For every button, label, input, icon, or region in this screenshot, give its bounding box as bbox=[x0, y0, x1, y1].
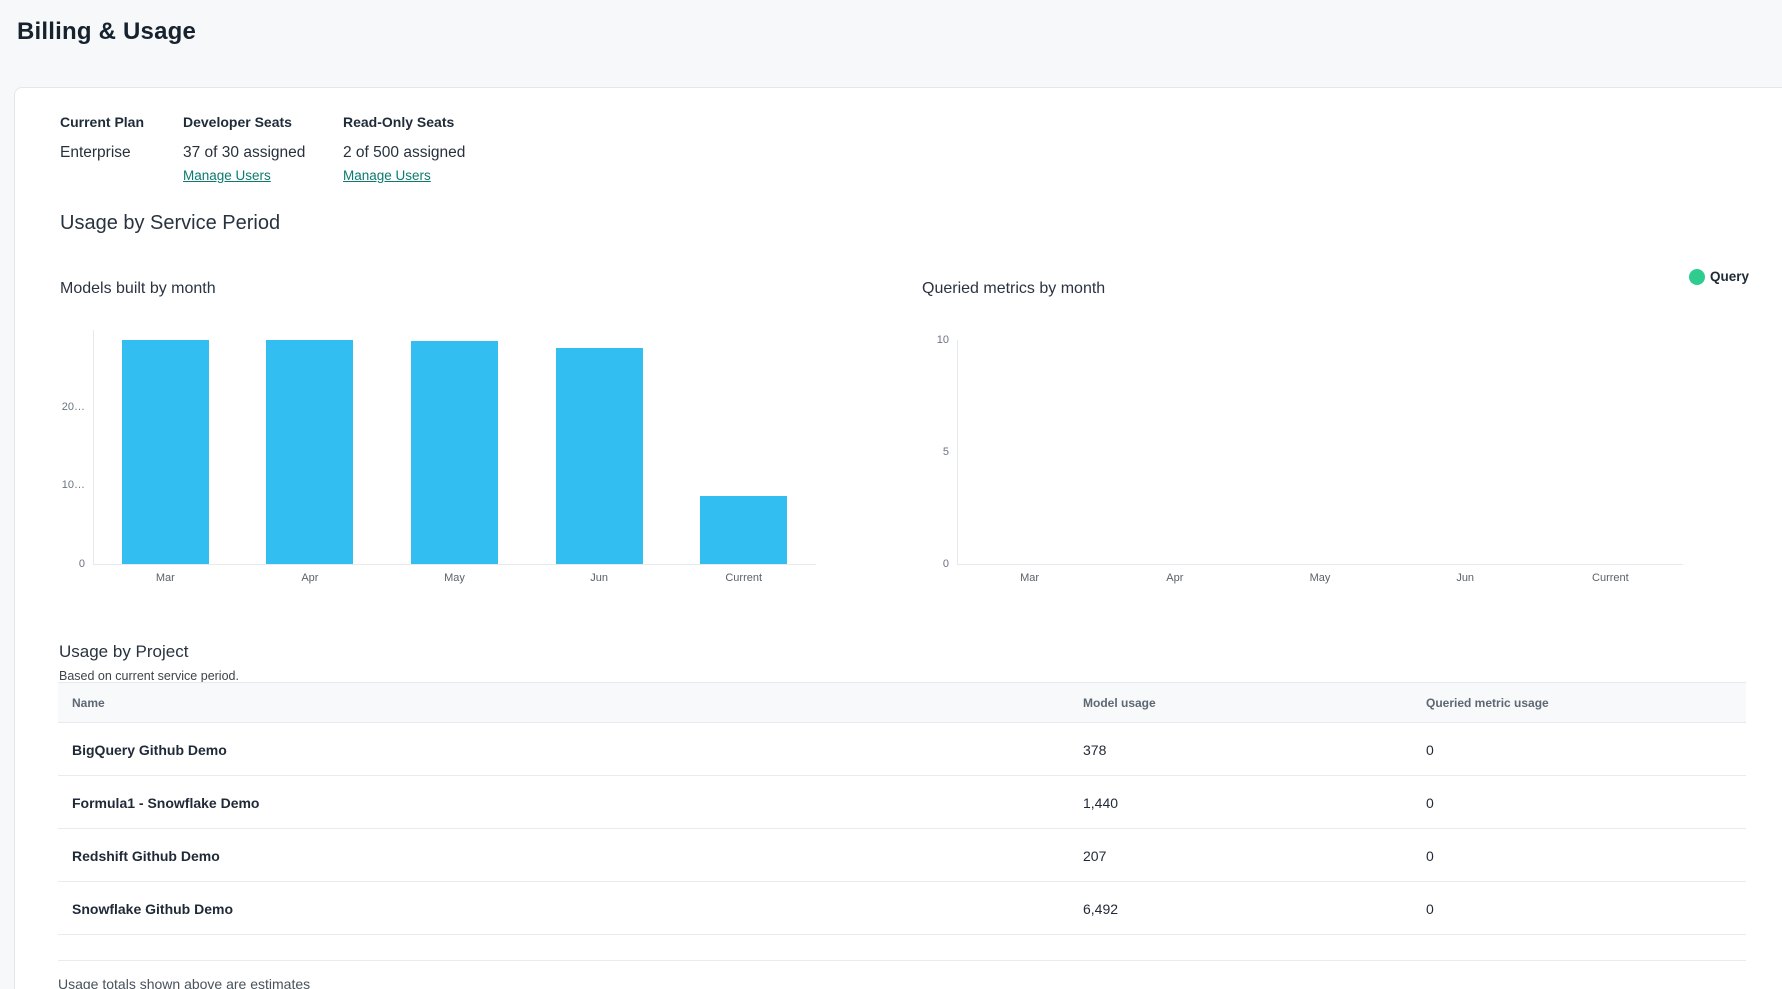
x-axis-label: Mar bbox=[125, 572, 205, 585]
page-title: Billing & Usage bbox=[17, 18, 196, 46]
bar-apr bbox=[266, 340, 353, 564]
model-usage-cell: 207 bbox=[1083, 848, 1106, 864]
table-row: Snowflake Github Demo 6,492 0 bbox=[58, 882, 1746, 935]
x-axis-line bbox=[957, 564, 1683, 565]
y-axis-tick-label: 20… bbox=[25, 401, 85, 413]
billing-usage-page: Billing & Usage Current Plan Enterprise … bbox=[0, 0, 1782, 989]
y-axis-tick-label: 0 bbox=[889, 558, 949, 570]
x-axis-label: Apr bbox=[1135, 572, 1215, 585]
bar-current bbox=[700, 496, 787, 564]
y-axis-tick-label: 5 bbox=[889, 446, 949, 458]
x-axis-label: May bbox=[1280, 572, 1360, 585]
x-axis-label: Jun bbox=[1425, 572, 1505, 585]
project-name-cell: Redshift Github Demo bbox=[72, 848, 220, 864]
project-table-body: BigQuery Github Demo3780Formula1 - Snowf… bbox=[58, 723, 1746, 961]
current-plan-block: Current Plan Enterprise bbox=[60, 114, 144, 130]
developer-seats-label: Developer Seats bbox=[183, 114, 292, 130]
billing-card: Current Plan Enterprise Developer Seats … bbox=[14, 87, 1782, 989]
y-axis-tick-label: 0 bbox=[25, 558, 85, 570]
developer-seats-block: Developer Seats 37 of 30 assigned Manage… bbox=[183, 114, 292, 130]
readonly-seats-label: Read-Only Seats bbox=[343, 114, 454, 130]
model-usage-cell: 378 bbox=[1083, 742, 1106, 758]
bar-mar bbox=[122, 340, 209, 564]
developer-seats-value: 37 of 30 assigned bbox=[183, 143, 305, 162]
table-footer-spacer bbox=[58, 935, 1746, 961]
x-axis-label: Current bbox=[1570, 572, 1650, 585]
y-axis-tick-label: 10 bbox=[889, 334, 949, 346]
queried-metric-usage-cell: 0 bbox=[1426, 742, 1434, 758]
project-name-cell: Snowflake Github Demo bbox=[72, 901, 233, 917]
query-legend-label: Query bbox=[1710, 269, 1749, 285]
table-row: BigQuery Github Demo 378 0 bbox=[58, 723, 1746, 776]
x-axis-label: Current bbox=[704, 572, 784, 585]
x-axis-label: Apr bbox=[270, 572, 350, 585]
queried-metric-usage-cell: 0 bbox=[1426, 848, 1434, 864]
usage-estimates-footnote: Usage totals shown above are estimates bbox=[58, 976, 310, 989]
model-usage-cell: 6,492 bbox=[1083, 901, 1118, 917]
queried-metric-usage-cell: 0 bbox=[1426, 795, 1434, 811]
table-row: Formula1 - Snowflake Demo 1,440 0 bbox=[58, 776, 1746, 829]
project-name-cell: Formula1 - Snowflake Demo bbox=[72, 795, 259, 811]
models-chart-title: Models built by month bbox=[60, 280, 216, 298]
y-axis-tick-label: 10… bbox=[25, 479, 85, 491]
project-table-heading: Usage by Project bbox=[59, 642, 188, 662]
readonly-seats-value: 2 of 500 assigned bbox=[343, 143, 465, 162]
bar-jun bbox=[556, 348, 643, 564]
project-name-cell: BigQuery Github Demo bbox=[72, 742, 227, 758]
y-axis-line bbox=[957, 340, 958, 564]
x-axis-label: Mar bbox=[990, 572, 1070, 585]
table-row: Redshift Github Demo 207 0 bbox=[58, 829, 1746, 882]
current-plan-label: Current Plan bbox=[60, 114, 144, 130]
column-header-model-usage: Model usage bbox=[1083, 696, 1156, 711]
model-usage-cell: 1,440 bbox=[1083, 795, 1118, 811]
table-header-row: Name Model usage Queried metric usage bbox=[58, 682, 1746, 723]
metrics-chart-title: Queried metrics by month bbox=[922, 280, 1105, 298]
column-header-name: Name bbox=[72, 696, 105, 711]
x-axis-line bbox=[93, 564, 816, 565]
x-axis-label: May bbox=[415, 572, 495, 585]
current-plan-value: Enterprise bbox=[60, 143, 131, 162]
y-axis-line bbox=[93, 330, 94, 564]
query-legend-dot bbox=[1689, 269, 1705, 285]
x-axis-label: Jun bbox=[559, 572, 639, 585]
usage-section-heading: Usage by Service Period bbox=[60, 212, 280, 235]
bar-may bbox=[411, 341, 498, 564]
readonly-seats-block: Read-Only Seats 2 of 500 assigned Manage… bbox=[343, 114, 454, 130]
manage-users-link-developer[interactable]: Manage Users bbox=[183, 168, 271, 184]
queried-metric-usage-cell: 0 bbox=[1426, 901, 1434, 917]
manage-users-link-readonly[interactable]: Manage Users bbox=[343, 168, 431, 184]
column-header-queried-metric-usage: Queried metric usage bbox=[1426, 696, 1549, 711]
